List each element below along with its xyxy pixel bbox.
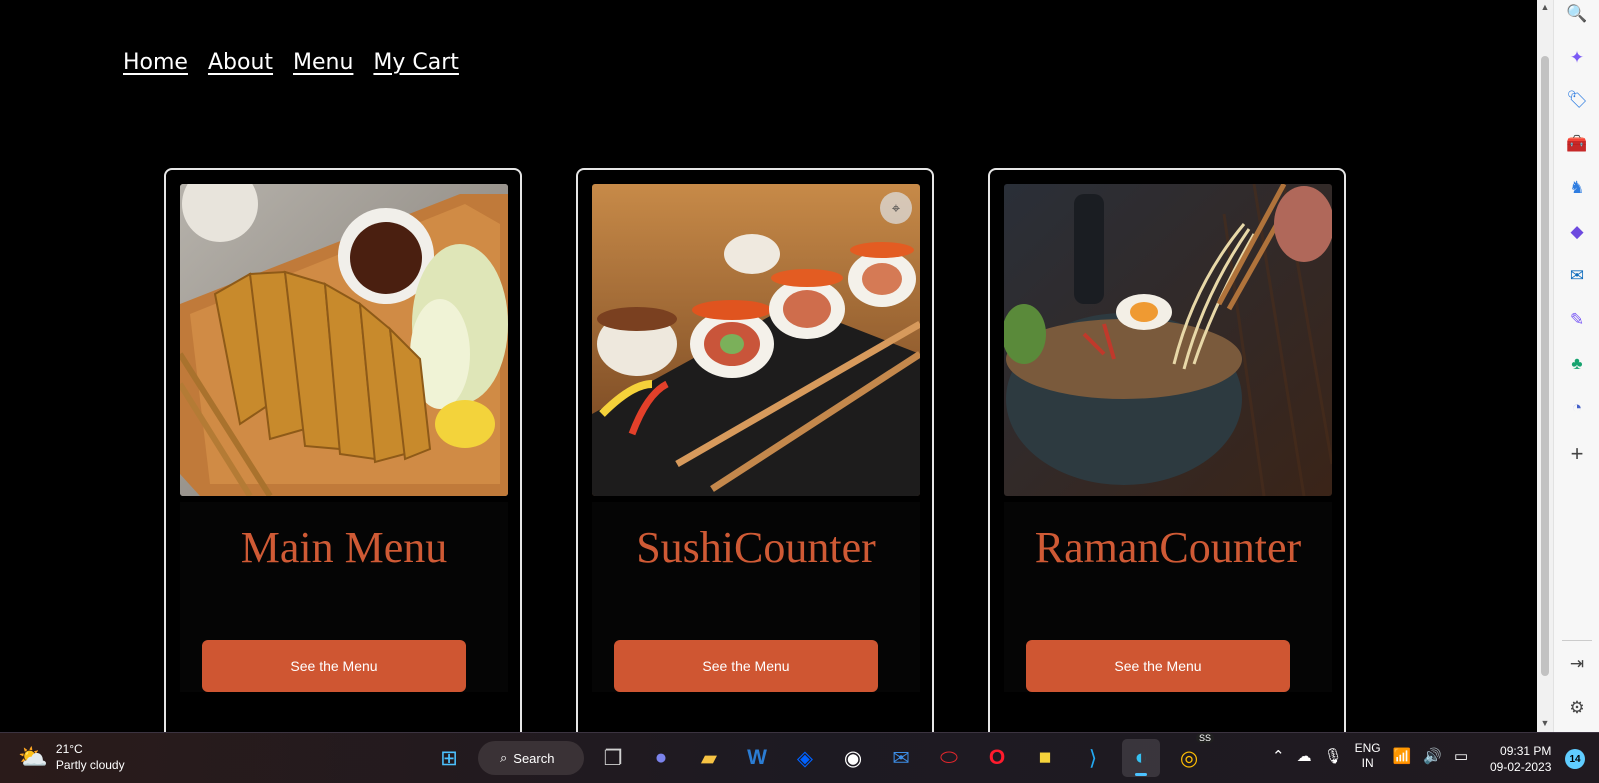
oracle-icon[interactable]: ⬭ — [930, 739, 968, 777]
clock-date: 09-02-2023 — [1490, 760, 1552, 774]
search-icon: ⌕ — [500, 750, 508, 765]
nav-about-link[interactable]: About — [208, 50, 273, 75]
language-indicator[interactable]: ENG IN — [1355, 741, 1381, 771]
nav-menu-link[interactable]: Menu — [293, 50, 353, 75]
scroll-down-icon[interactable]: ▼ — [1537, 718, 1553, 728]
settings-icon[interactable]: ⚙ — [1563, 694, 1591, 722]
sidebar-toggle-icon[interactable]: ⇥ — [1563, 650, 1591, 678]
edge-browser-icon[interactable]: ◐ — [1122, 739, 1160, 777]
system-tray: ⌃ ☁ 🎙 ENG IN 📶 🔊 ▭ — [1272, 741, 1468, 771]
windows-start-icon[interactable]: ⊞ — [430, 739, 468, 777]
teams-chat-icon[interactable]: ● — [642, 739, 680, 777]
tonkatsu-photo — [180, 184, 508, 496]
scroll-up-icon[interactable]: ▲ — [1537, 2, 1553, 12]
games-icon[interactable]: ♞ — [1563, 174, 1591, 202]
scrollbar-thumb[interactable] — [1541, 56, 1549, 676]
battery-icon[interactable]: ▭ — [1454, 747, 1468, 765]
file-explorer-icon[interactable]: ▰ — [690, 739, 728, 777]
menu-card-ramen: RamanCounter See the Menu — [988, 168, 1346, 732]
dropbox-icon[interactable]: ◈ — [786, 739, 824, 777]
tree-icon[interactable]: ♣ — [1563, 350, 1591, 378]
shopping-tag-icon[interactable]: 🏷 — [1563, 86, 1591, 114]
taskbar-search[interactable]: ⌕ Search — [478, 741, 584, 775]
clock-time: 09:31 PM — [1500, 744, 1552, 758]
page-scrollbar[interactable]: ▲ ▼ — [1537, 0, 1553, 732]
volume-icon[interactable]: 🔊 — [1423, 747, 1442, 765]
notification-badge[interactable]: 14 — [1565, 749, 1585, 769]
weather-widget[interactable]: ⛅ 21°C Partly cloudy — [18, 741, 125, 773]
copilot-icon[interactable]: ✦ — [1563, 44, 1591, 72]
outlook-icon[interactable]: ✉ — [1563, 262, 1591, 290]
sticky-notes-icon[interactable]: ■ — [1026, 739, 1064, 777]
menu-card-main: Main Menu See the Menu — [164, 168, 522, 732]
search-icon[interactable]: 🔍 — [1563, 0, 1591, 28]
weather-desc: Partly cloudy — [55, 758, 125, 772]
chrome-profile-badge: SS — [1195, 733, 1214, 743]
see-menu-button[interactable]: See the Menu — [614, 640, 878, 692]
menu-card-sushi: ⌖ SushiCounter See the Menu — [576, 168, 934, 732]
chrome-icon[interactable]: ◎ SS — [1170, 733, 1214, 777]
taskbar-apps: ⊞ ⌕ Search ❐ ● ▰ W ◈ ◉ ✉ ⬭ O ■ ⟩ ◐ ◎ SS — [430, 733, 1214, 777]
weather-temp: 21°C — [55, 742, 83, 756]
sidebar-divider — [1562, 640, 1592, 641]
word-icon[interactable]: W — [738, 739, 776, 777]
sushi-photo: ⌖ — [592, 184, 920, 496]
search-label: Search — [513, 750, 555, 766]
nav-my-cart-link[interactable]: My Cart — [373, 50, 459, 75]
microphone-icon[interactable]: 🎙 — [1324, 747, 1343, 765]
card-title: Main Menu — [240, 523, 448, 572]
opera-icon[interactable]: O — [978, 739, 1016, 777]
see-menu-button[interactable]: See the Menu — [202, 640, 466, 692]
toolbox-icon[interactable]: 🧰 — [1563, 130, 1591, 158]
edge-sidebar: 🔍 ✦ 🏷 🧰 ♞ ◆ ✉ ✎ ♣ ◔ + ⇥ ⚙ — [1553, 0, 1599, 732]
language-code: ENG — [1354, 741, 1381, 755]
main-nav: Home About Menu My Cart — [123, 50, 459, 75]
task-view-icon[interactable]: ❐ — [594, 739, 632, 777]
nav-home-link[interactable]: Home — [123, 50, 188, 75]
onedrive-cloud-icon[interactable]: ☁ — [1297, 747, 1312, 765]
web-page: Home About Menu My Cart Main Menu See th… — [0, 0, 1537, 732]
taskbar-clock[interactable]: 09:31 PM 09-02-2023 — [1490, 743, 1551, 775]
office-icon[interactable]: ◆ — [1563, 218, 1591, 246]
chevron-up-icon[interactable]: ⌃ — [1272, 747, 1285, 765]
card-title: RamanCounter — [1034, 523, 1302, 572]
github-icon[interactable]: ◉ — [834, 739, 872, 777]
visual-search-icon[interactable]: ⌖ — [880, 192, 912, 224]
ramen-photo — [1004, 184, 1332, 496]
windows-taskbar: ⛅ 21°C Partly cloudy ⊞ ⌕ Search ❐ ● ▰ W … — [0, 732, 1599, 783]
designer-icon[interactable]: ✎ — [1563, 306, 1591, 334]
card-title: SushiCounter — [636, 523, 876, 572]
region-code: IN — [1361, 756, 1374, 770]
drop-icon[interactable]: ◔ — [1563, 394, 1591, 422]
see-menu-button[interactable]: See the Menu — [1026, 640, 1290, 692]
add-icon[interactable]: + — [1563, 440, 1591, 468]
vscode-icon[interactable]: ⟩ — [1074, 739, 1112, 777]
wifi-icon[interactable]: 📶 — [1393, 747, 1412, 765]
partly-cloudy-icon: ⛅ — [18, 743, 48, 771]
mail-icon[interactable]: ✉ — [882, 739, 920, 777]
